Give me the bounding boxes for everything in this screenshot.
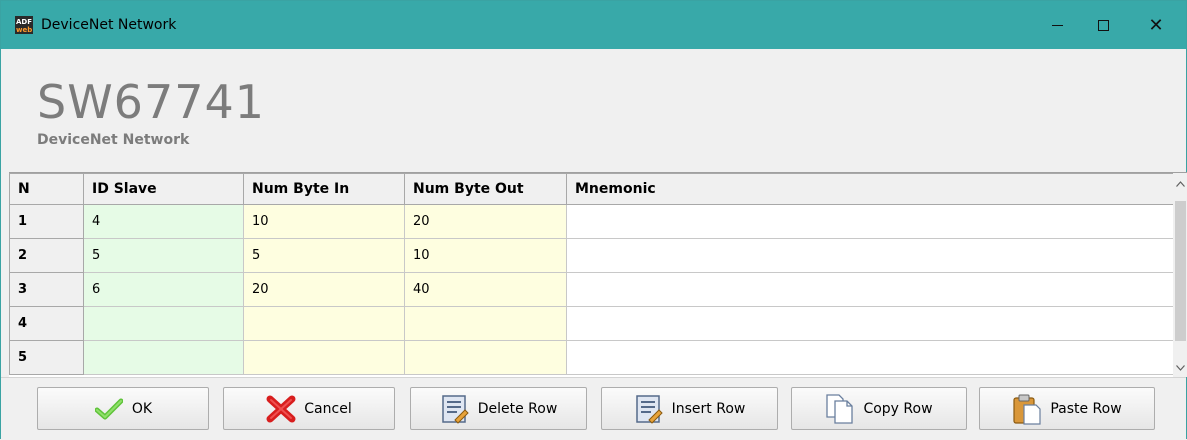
cell-num-byte-out[interactable]: 10 [404,238,567,273]
page-header: SW67741 DeviceNet Network [1,49,1186,148]
cell-num-byte-in[interactable]: 20 [243,272,405,307]
device-grid[interactable]: N ID Slave Num Byte In Num Byte Out Mnem… [9,172,1187,377]
column-header-id-slave[interactable]: ID Slave [83,173,244,205]
vertical-scrollbar[interactable] [1173,173,1187,377]
svg-text:ADF: ADF [16,18,32,26]
cell-num-byte-out[interactable]: 40 [404,272,567,307]
cell-mnemonic[interactable] [566,204,1174,239]
cell-num-byte-out[interactable]: 20 [404,204,567,239]
insert-row-label: Insert Row [671,400,746,417]
cell-num-byte-in[interactable] [243,340,405,375]
minimize-icon[interactable] [1034,1,1080,49]
device-table: N ID Slave Num Byte In Num Byte Out Mnem… [9,173,1174,375]
ok-button[interactable]: OK [37,387,209,430]
cell-id-slave[interactable]: 5 [83,238,244,273]
cross-icon [266,394,296,424]
cell-num-byte-out[interactable] [404,306,567,341]
column-header-num-byte-out[interactable]: Num Byte Out [404,173,567,205]
scroll-up-icon[interactable] [1176,179,1185,190]
insert-row-button[interactable]: Insert Row [601,387,778,430]
cell-mnemonic[interactable] [566,238,1174,273]
button-bar: OK Cancel Delete Row Insert Row Copy Row… [1,377,1186,440]
page-subtitle: DeviceNet Network [37,132,190,148]
copy-row-label: Copy Row [863,400,933,417]
row-number[interactable]: 1 [9,204,84,239]
table-row: 4 [9,306,1174,341]
paste-row-label: Paste Row [1050,400,1122,417]
paste-icon [1012,394,1042,425]
row-number[interactable]: 5 [9,340,84,375]
copy-icon [825,393,855,424]
app-icon: ADF web [15,16,33,34]
insert-row-icon [634,394,664,424]
cell-mnemonic[interactable] [566,340,1174,375]
table-row: 1 4 10 20 [9,204,1174,239]
cell-num-byte-in[interactable] [243,306,405,341]
row-number[interactable]: 3 [9,272,84,307]
checkmark-icon [94,394,124,424]
window-title: DeviceNet Network [41,17,177,33]
cell-mnemonic[interactable] [566,306,1174,341]
delete-row-button[interactable]: Delete Row [410,387,587,430]
app-window: ADF web DeviceNet Network ✕ SW67741 Devi… [0,0,1187,440]
cell-num-byte-out[interactable] [404,340,567,375]
column-header-n[interactable]: N [9,173,84,205]
column-header-mnemonic[interactable]: Mnemonic [566,173,1174,205]
paste-row-button[interactable]: Paste Row [979,387,1155,430]
table-header-row: N ID Slave Num Byte In Num Byte Out Mnem… [9,173,1174,205]
table-row: 2 5 5 10 [9,238,1174,273]
cell-id-slave[interactable]: 4 [83,204,244,239]
cell-num-byte-in[interactable]: 5 [243,238,405,273]
column-header-num-byte-in[interactable]: Num Byte In [243,173,405,205]
row-number[interactable]: 4 [9,306,84,341]
delete-row-label: Delete Row [477,400,558,417]
page-title: SW67741 [37,75,266,129]
row-number[interactable]: 2 [9,238,84,273]
table-row: 3 6 20 40 [9,272,1174,307]
copy-row-button[interactable]: Copy Row [791,387,967,430]
cancel-button[interactable]: Cancel [223,387,395,430]
maximize-icon[interactable] [1080,1,1126,49]
cell-mnemonic[interactable] [566,272,1174,307]
cell-id-slave[interactable] [83,306,244,341]
scrollbar-thumb[interactable] [1175,201,1186,341]
window-controls: ✕ [1034,1,1186,49]
close-icon[interactable]: ✕ [1126,1,1186,49]
delete-row-icon [440,394,470,424]
title-bar[interactable]: ADF web DeviceNet Network ✕ [1,1,1186,49]
ok-label: OK [131,400,153,417]
cell-num-byte-in[interactable]: 10 [243,204,405,239]
cell-id-slave[interactable] [83,340,244,375]
table-row: 5 [9,340,1174,375]
cancel-label: Cancel [304,400,352,417]
cell-id-slave[interactable]: 6 [83,272,244,307]
svg-text:web: web [16,26,32,34]
scroll-down-icon[interactable] [1176,363,1185,374]
